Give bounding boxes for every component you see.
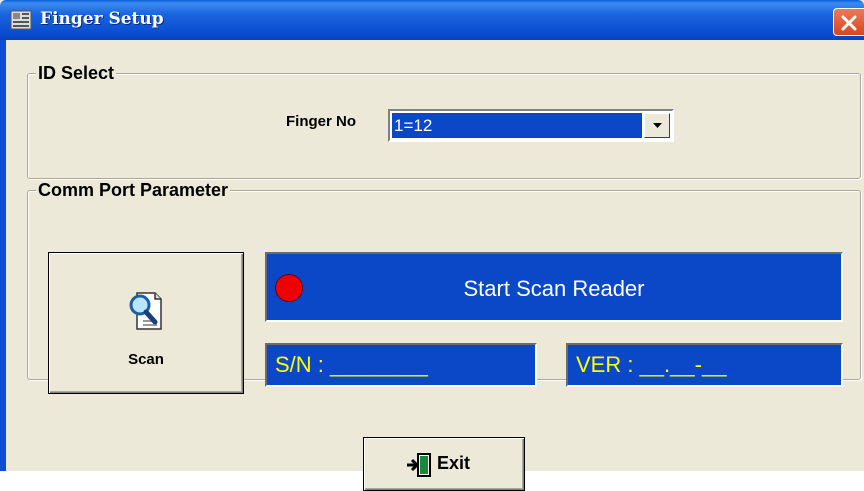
id-select-legend: ID Select — [36, 63, 117, 84]
title-bar[interactable]: Finger Setup — [0, 0, 864, 40]
chevron-down-icon — [653, 123, 662, 128]
scan-magnifier-icon — [129, 292, 162, 330]
finger-no-selected-value[interactable]: 1=12 — [392, 113, 642, 138]
close-x-icon — [841, 15, 857, 31]
close-button[interactable] — [833, 8, 864, 36]
version-text: VER : __.__-__ — [576, 352, 727, 377]
status-text: Start Scan Reader — [463, 276, 645, 301]
window-title: Finger Setup — [40, 9, 164, 29]
status-panel: Start Scan Reader — [265, 252, 843, 322]
scan-button[interactable]: Scan — [48, 252, 244, 394]
serial-number-panel: S/N : ________ — [265, 343, 537, 387]
version-panel: VER : __.__-__ — [566, 343, 843, 387]
scan-label: Scan — [128, 351, 164, 368]
app-icon — [10, 10, 32, 30]
exit-button[interactable]: Exit — [363, 437, 525, 491]
dropdown-arrow-button[interactable] — [644, 113, 670, 138]
exit-door-icon — [407, 453, 431, 477]
serial-number-text: S/N : ________ — [275, 352, 428, 377]
finger-no-dropdown[interactable]: 1=12 — [388, 109, 674, 142]
comm-port-legend: Comm Port Parameter — [36, 180, 231, 201]
window-client-area: ID Select Finger No 1=12 Comm Port Param… — [6, 40, 864, 491]
finger-no-label: Finger No — [286, 113, 356, 130]
finger-setup-window: Finger Setup ID Select Finger No 1=12 Co… — [0, 0, 864, 491]
